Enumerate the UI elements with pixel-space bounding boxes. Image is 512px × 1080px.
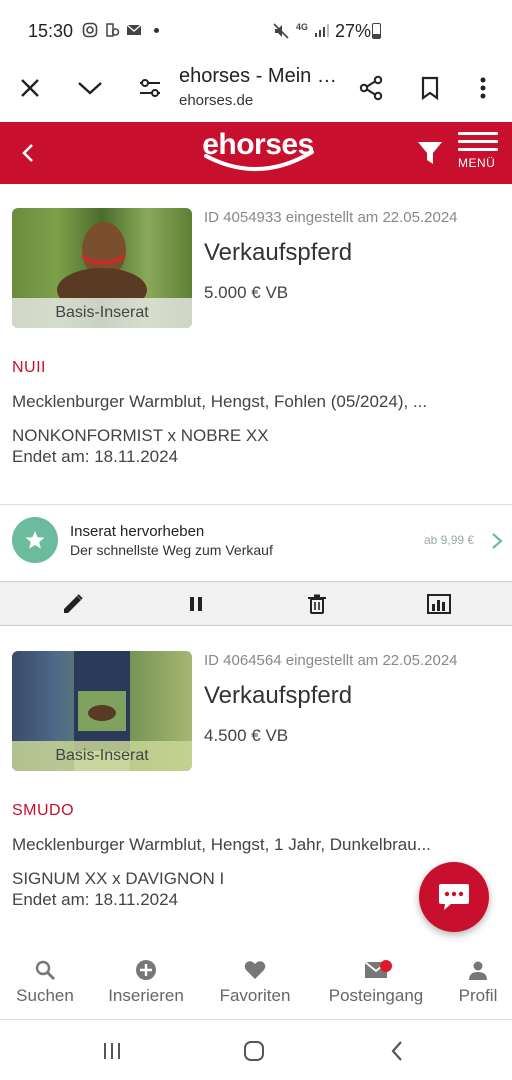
nav-label: Suchen	[16, 986, 74, 1005]
listing-thumbnail[interactable]: Basis-Inserat	[12, 651, 192, 771]
bookmark-icon	[421, 76, 439, 100]
nav-label: Favoriten	[219, 986, 291, 1005]
listing-end-date: Endet am: 18.11.2024	[12, 890, 179, 909]
site-settings-icon	[140, 79, 160, 97]
listing-title[interactable]: Verkaufspferd	[204, 239, 352, 267]
add-circle-icon	[136, 960, 156, 980]
listing-price: 4.500 € VB	[204, 726, 289, 745]
menu-label: MENÜ	[458, 156, 496, 170]
listing-end-date: Endet am: 18.11.2024	[12, 447, 179, 466]
chevron-down-icon	[78, 82, 102, 95]
pause-icon[interactable]	[184, 592, 208, 616]
battery-icon	[372, 23, 381, 39]
recent-apps-icon[interactable]	[100, 1039, 124, 1063]
ehorses-logo[interactable]: ehorses	[194, 126, 322, 178]
share-button[interactable]	[355, 72, 387, 104]
edit-icon[interactable]	[61, 592, 85, 616]
menu-line	[458, 140, 498, 143]
nav-label: Posteingang	[328, 986, 424, 1005]
promote-badge	[12, 517, 58, 563]
delete-icon[interactable]	[305, 592, 329, 616]
chat-icon	[439, 884, 469, 910]
search-icon	[35, 960, 55, 980]
battery-percentage: 27%	[335, 21, 372, 41]
close-tab-button[interactable]	[14, 72, 46, 104]
menu-line	[458, 148, 498, 151]
instagram-icon	[82, 22, 98, 38]
listing-card[interactable]: Basis-Inserat ID 4054933 eingestellt am …	[0, 184, 512, 504]
bottom-navigation: Suchen Inserieren Favoriten Posteingang …	[0, 950, 512, 1020]
horse-name: NUII	[12, 359, 46, 376]
nav-item-profil[interactable]: Profil	[452, 958, 504, 1006]
filter-icon[interactable]	[416, 138, 444, 168]
notification-icons	[82, 22, 159, 38]
promote-listing-row[interactable]: Inserat hervorheben Der schnellste Weg z…	[0, 505, 512, 580]
chevron-right-icon	[492, 533, 503, 549]
back-nav-icon[interactable]	[386, 1039, 410, 1063]
page-url[interactable]: ehorses.de	[179, 92, 253, 109]
nav-label: Inserieren	[108, 986, 184, 1005]
nav-item-posteingang[interactable]: Posteingang	[318, 958, 434, 1006]
network-type: 4G	[296, 22, 309, 32]
nav-item-inserieren[interactable]: Inserieren	[100, 958, 192, 1006]
share-icon	[359, 75, 383, 101]
home-icon[interactable]	[242, 1039, 266, 1063]
back-icon[interactable]	[14, 139, 42, 167]
listing-description: Mecklenburger Warmblut, Hengst, Fohlen (…	[12, 392, 428, 411]
mute-icon	[273, 23, 289, 39]
listing-actions-bar	[0, 581, 512, 626]
site-settings-button[interactable]	[134, 72, 166, 104]
logo-swoosh	[204, 150, 314, 172]
listing-description: Mecklenburger Warmblut, Hengst, 1 Jahr, …	[12, 835, 431, 854]
horse-name: SMUDO	[12, 802, 75, 819]
email-notification-icon	[126, 24, 142, 35]
signal-icon	[315, 24, 329, 37]
promote-subtitle: Der schnellste Weg zum Verkauf	[70, 542, 273, 558]
nav-label: Profil	[458, 986, 498, 1005]
listing-thumbnail[interactable]: Basis-Inserat	[12, 208, 192, 328]
more-options-button[interactable]	[467, 72, 499, 104]
listing-price: 5.000 € VB	[204, 283, 289, 302]
more-notifications-dot	[154, 27, 159, 33]
unread-badge	[380, 960, 392, 972]
more-vert-icon	[480, 77, 486, 99]
thumbnail-label: Basis-Inserat	[12, 298, 192, 328]
listing-title[interactable]: Verkaufspferd	[204, 682, 352, 710]
promote-title: Inserat hervorheben	[70, 523, 205, 540]
star-icon	[25, 531, 45, 549]
listing-pedigree: NONKONFORMIST x NOBRE XX	[12, 426, 269, 445]
menu-button[interactable]: MENÜ	[458, 132, 502, 178]
person-icon	[469, 961, 487, 980]
horse-photo	[57, 222, 147, 298]
listing-id: ID 4064564 eingestellt am 22.05.2024	[204, 652, 458, 669]
statistics-icon[interactable]	[426, 592, 452, 616]
listing-id: ID 4054933 eingestellt am 22.05.2024	[204, 209, 458, 226]
nav-item-suchen[interactable]: Suchen	[8, 958, 82, 1006]
app-header: ehorses MENÜ	[0, 122, 512, 184]
close-icon	[21, 79, 39, 97]
menu-line	[458, 132, 498, 135]
chat-button[interactable]	[419, 862, 489, 932]
page-title[interactable]: ehorses - Mein …	[179, 65, 337, 88]
browser-toolbar: ehorses - Mein … ehorses.de	[0, 56, 512, 122]
status-time: 15:30	[28, 21, 74, 41]
status-bar: 15:30 4G 27%	[0, 0, 512, 56]
thumbnail-label: Basis-Inserat	[12, 741, 192, 771]
heart-icon	[244, 961, 266, 979]
bookmark-button[interactable]	[414, 72, 446, 104]
minimize-button[interactable]	[74, 72, 106, 104]
system-navigation-bar	[0, 1021, 512, 1080]
listing-pedigree: SIGNUM XX x DAVIGNON I	[12, 869, 225, 888]
promote-price: ab 9,99 €	[424, 533, 475, 547]
nav-item-favoriten[interactable]: Favoriten	[212, 958, 298, 1006]
app-notification-icon	[106, 23, 120, 37]
